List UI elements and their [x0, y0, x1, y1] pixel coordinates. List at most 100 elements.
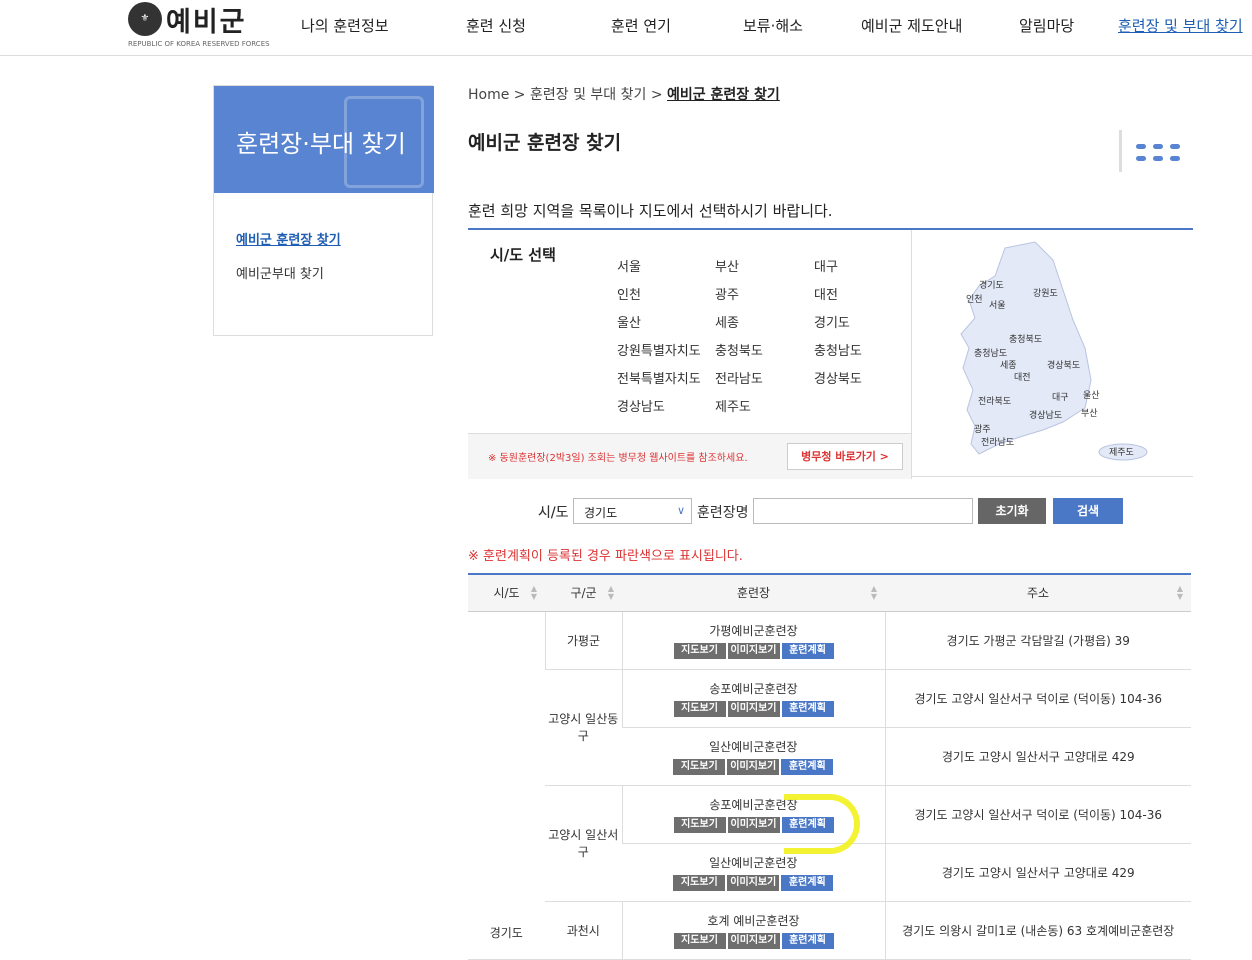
- reset-button[interactable]: 초기화: [978, 498, 1046, 524]
- sidebar-item-training-site[interactable]: 예비군 훈련장 찾기: [236, 229, 341, 248]
- note-bar: ※ 동원훈련장(2박3일) 조회는 병무청 웹사이트를 참조하세요. 병무청 바…: [468, 433, 912, 479]
- th-label: 주소: [1026, 586, 1050, 601]
- training-plan-button[interactable]: 훈련계획: [781, 874, 834, 891]
- region-gyeonggi[interactable]: 경기도: [814, 312, 850, 331]
- address-cell: 경기도 고양시 일산서구 고양대로 429: [884, 843, 1191, 902]
- map-label[interactable]: 제주도: [1109, 447, 1134, 458]
- map-view-button[interactable]: 지도보기: [673, 932, 726, 949]
- region-incheon[interactable]: 인천: [617, 284, 641, 303]
- map-label[interactable]: 충청남도: [974, 348, 1007, 359]
- map-view-button[interactable]: 지도보기: [673, 700, 726, 717]
- map-view-button[interactable]: 지도보기: [673, 874, 726, 891]
- training-plan-button[interactable]: 훈련계획: [781, 642, 834, 659]
- training-plan-button[interactable]: 훈련계획: [781, 758, 834, 775]
- region-chungbuk[interactable]: 충청북도: [715, 340, 763, 359]
- highlight-annotation: [784, 794, 860, 854]
- region-gangwon[interactable]: 강원특별자치도: [617, 340, 701, 359]
- map-label[interactable]: 대구: [1052, 392, 1069, 403]
- site-name: 일산예비군훈련장: [709, 739, 798, 754]
- map-label[interactable]: 경상남도: [1029, 409, 1062, 421]
- nav-postpone[interactable]: 훈련 연기: [611, 15, 671, 36]
- nav-notice[interactable]: 알림마당: [1019, 15, 1074, 36]
- map-label[interactable]: 부산: [1081, 408, 1098, 419]
- region-jeju[interactable]: 제주도: [715, 396, 751, 415]
- site-cell: 호계 예비군훈련장지도보기 이미지보기 훈련계획: [621, 901, 885, 960]
- gugun-cell: 가평군: [544, 611, 622, 670]
- region-select-label: 시/도 선택: [490, 246, 556, 264]
- map-label[interactable]: 광주: [974, 423, 991, 435]
- nav-hold-release[interactable]: 보류·해소: [743, 15, 803, 36]
- map-label[interactable]: 충청북도: [1009, 334, 1042, 345]
- region-gyeongnam[interactable]: 경상남도: [617, 396, 665, 415]
- nav-apply[interactable]: 훈련 신청: [466, 15, 526, 36]
- map-view-button[interactable]: 지도보기: [673, 642, 726, 659]
- training-plan-button[interactable]: 훈련계획: [781, 932, 834, 949]
- region-gyeongbuk[interactable]: 경상북도: [814, 368, 862, 387]
- korea-map[interactable]: 경기도 강원도 인천 서울 충청북도 충청남도 세종 대전 경상북도 대구 울산…: [913, 230, 1193, 479]
- th-site[interactable]: 훈련장 ▲ ▼: [622, 574, 885, 612]
- table-row: 경기도 가평군 가평예비군훈련장 지도보기 이미지보기 훈련계획 경기도 가평군 각담…: [468, 611, 1191, 960]
- region-ulsan[interactable]: 울산: [617, 312, 641, 331]
- th-gugun[interactable]: 구/군 ▲ ▼: [545, 574, 622, 612]
- region-jeonbuk[interactable]: 전북특별자치도: [617, 368, 701, 387]
- image-view-button[interactable]: 이미지보기: [727, 700, 780, 717]
- nav-system-guide[interactable]: 예비군 제도안내: [861, 15, 962, 36]
- site-name: 가평예비군훈련장: [709, 623, 798, 638]
- image-view-button[interactable]: 이미지보기: [727, 758, 780, 775]
- sido-select[interactable]: 경기도 ∨: [573, 498, 692, 524]
- image-view-button[interactable]: 이미지보기: [727, 642, 780, 659]
- map-label[interactable]: 인천: [966, 294, 983, 305]
- site-cell: 일산예비군훈련장 지도보기 이미지보기 훈련계획: [622, 843, 885, 902]
- map-label[interactable]: 대전: [1014, 372, 1031, 383]
- address-cell: 경기도 고양시 일산서구 고양대로 429: [884, 727, 1191, 786]
- site-name: 호계 예비군훈련장: [707, 913, 800, 928]
- mainland-shape[interactable]: [960, 241, 1092, 455]
- search-button[interactable]: 검색: [1053, 498, 1123, 524]
- image-view-button[interactable]: 이미지보기: [727, 816, 780, 833]
- nav-my-training[interactable]: 나의 훈련정보: [301, 15, 389, 36]
- map-label[interactable]: 강원도: [1033, 288, 1058, 299]
- mma-link-button[interactable]: 병무청 바로가기 >: [787, 443, 903, 470]
- map-label[interactable]: 울산: [1083, 390, 1100, 401]
- table-row: 과천시 호계 예비군훈련장 지도보기 이미지보기 훈련계획 경기도 의왕시 갈미1로 …: [468, 901, 1191, 960]
- name-input[interactable]: [753, 498, 973, 524]
- gugun-cell: 과천시: [545, 901, 622, 960]
- gugun-cell: 고양시 일산동구: [545, 669, 622, 786]
- logo[interactable]: ⚜ 예비군 REPUBLIC OF KOREA RESERVED FORCES: [128, 2, 273, 50]
- training-table: 시/도 ▲ ▼ 구/군 ▲ ▼ 훈련장 ▲ ▼ 주소 ▲ ▼ 경기도 가평군 가평예비군훈련장 지…: [468, 573, 1191, 960]
- region-seoul[interactable]: 서울: [617, 256, 641, 275]
- breadcrumb-current[interactable]: 예비군 훈련장 찾기: [667, 87, 780, 103]
- training-plan-button[interactable]: 훈련계획: [781, 700, 834, 717]
- sort-icon: ▲ ▼: [607, 584, 614, 601]
- th-sido[interactable]: 시/도 ▲ ▼: [468, 574, 545, 612]
- region-jeonnam[interactable]: 전라남도: [715, 368, 763, 387]
- region-busan[interactable]: 부산: [715, 256, 739, 275]
- breadcrumb-home[interactable]: Home: [468, 87, 509, 103]
- breadcrumb-mid[interactable]: 훈련장 및 부대 찾기: [530, 87, 646, 103]
- region-gwangju[interactable]: 광주: [715, 284, 739, 303]
- table-row: 고양시 일산동구 송포예비군훈련장 지도보기 이미지보기 훈련계획 경기도 고양시 일…: [468, 669, 1191, 786]
- region-daejeon[interactable]: 대전: [814, 284, 838, 303]
- nav-find-training[interactable]: 훈련장 및 부대 찾기: [1118, 15, 1243, 36]
- region-list: 시/도 선택 서울 부산 대구 인천 광주 대전 울산 세종 경기도 강원특별자…: [468, 230, 912, 433]
- region-daegu[interactable]: 대구: [814, 256, 838, 275]
- map-view-button[interactable]: 지도보기: [673, 816, 726, 833]
- image-view-button[interactable]: 이미지보기: [727, 932, 780, 949]
- sidebar-item-unit[interactable]: 예비군부대 찾기: [236, 263, 324, 282]
- map-label[interactable]: 전라남도: [981, 437, 1014, 448]
- image-view-button[interactable]: 이미지보기: [727, 874, 780, 891]
- sido-select-value: 경기도: [584, 506, 618, 520]
- logo-subtitle: REPUBLIC OF KOREA RESERVED FORCES: [128, 40, 270, 48]
- map-label[interactable]: 전라북도: [978, 396, 1011, 407]
- sido-label: 시/도: [538, 505, 569, 521]
- map-view-button[interactable]: 지도보기: [673, 758, 726, 775]
- emblem-icon: ⚜: [128, 2, 162, 36]
- address-cell: 경기도 고양시 일산서구 덕이로 (덕이동) 104-36: [884, 785, 1191, 844]
- map-label[interactable]: 세종: [1000, 360, 1017, 371]
- region-chungnam[interactable]: 충청남도: [814, 340, 862, 359]
- map-label[interactable]: 경상북도: [1047, 359, 1080, 371]
- map-label[interactable]: 경기도: [979, 279, 1004, 291]
- th-address[interactable]: 주소 ▲ ▼: [885, 574, 1191, 612]
- map-label[interactable]: 서울: [989, 300, 1006, 311]
- region-sejong[interactable]: 세종: [715, 312, 739, 331]
